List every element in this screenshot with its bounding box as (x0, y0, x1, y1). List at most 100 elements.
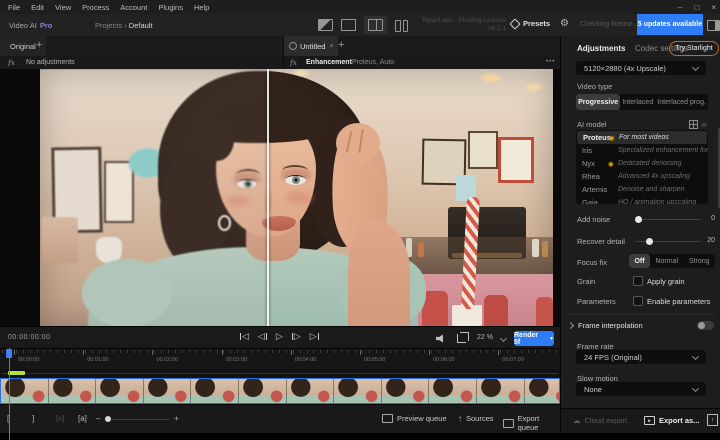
focus-fix-normal[interactable]: Normal (650, 254, 683, 268)
ruler-tick (203, 350, 204, 353)
audio-mute-icon[interactable] (436, 334, 446, 343)
model-grid-view-icon[interactable] (689, 120, 698, 129)
video-type-interlaced-prog[interactable]: Interlaced prog. (655, 94, 708, 110)
frame-interpolation-chevron-icon[interactable] (567, 322, 574, 329)
more-options-icon[interactable]: ••• (546, 59, 555, 65)
video-type-segment: Progressive Interlaced Interlaced prog. (576, 94, 708, 110)
model-row-nyx[interactable]: Nyx◉Dedicated denoising (576, 157, 708, 170)
breadcrumb-current[interactable]: Default (129, 21, 153, 30)
filmstrip-frame[interactable] (49, 379, 97, 403)
zoom-chevron-icon[interactable] (500, 335, 507, 342)
settings-gear-icon[interactable]: ⚙ (560, 18, 569, 29)
single-view-icon[interactable] (341, 19, 356, 31)
rendered-segment (8, 371, 25, 375)
add-view-left-button[interactable]: + (36, 39, 42, 51)
timeline-zoom-out-button[interactable]: – (96, 414, 100, 423)
model-list-view-button[interactable] (701, 123, 707, 127)
tab-untitled[interactable]: Untitled × (284, 36, 338, 56)
maximize-button[interactable]: □ (694, 3, 699, 12)
video-type-progressive[interactable]: Progressive (576, 94, 620, 110)
render-caret-icon[interactable]: ▼ (549, 336, 554, 342)
video-type-interlaced[interactable]: Interlaced (620, 94, 655, 110)
skip-to-start-icon[interactable]: ◁ (240, 331, 249, 342)
menu-item-account[interactable]: Account (120, 3, 147, 12)
timeline-zoom-in-button[interactable]: + (174, 414, 179, 423)
apply-grain-checkbox[interactable] (633, 276, 643, 286)
ruler-tick (71, 350, 72, 353)
filmstrip-frame[interactable] (382, 379, 430, 403)
ruler-tick (279, 350, 280, 353)
filmstrip-frame[interactable] (191, 379, 239, 403)
slow-motion-dropdown[interactable]: None (576, 382, 706, 396)
play-icon[interactable]: ▷ (276, 331, 283, 342)
add-noise-knob[interactable] (635, 216, 642, 223)
menu-item-process[interactable]: Process (82, 3, 109, 12)
try-starlight-button[interactable]: Try Starlight (669, 41, 719, 56)
menu-item-help[interactable]: Help (194, 3, 209, 12)
close-button[interactable]: × (711, 3, 716, 12)
filmstrip-frame[interactable] (287, 379, 335, 403)
focus-fix-strong[interactable]: Strong (683, 254, 715, 268)
add-view-right-button[interactable]: + (338, 39, 344, 51)
skip-to-end-icon[interactable]: ▷ (310, 331, 319, 342)
playhead-handle[interactable] (6, 349, 12, 358)
recover-detail-knob[interactable] (646, 238, 653, 245)
crop-icon[interactable] (457, 334, 466, 343)
side-by-side-view-button[interactable] (364, 16, 387, 34)
menu-item-file[interactable]: File (8, 3, 20, 12)
export-queue-button[interactable]: Export queue (503, 414, 560, 432)
ruler-tick (493, 350, 494, 353)
enable-parameters-checkbox[interactable] (633, 296, 643, 306)
model-row-gaia[interactable]: GaiaHQ / animation upscaling (576, 196, 708, 204)
preview-queue-button[interactable]: Preview queue (382, 414, 447, 423)
model-row-artemis[interactable]: ArtemisDenoise and sharpen (576, 183, 708, 196)
tab-adjustments[interactable]: Adjustments (577, 44, 625, 53)
presets-button[interactable]: Presets (511, 19, 550, 28)
ruler-tick (500, 350, 501, 353)
render-button[interactable]: Render 5f▼ (514, 331, 554, 346)
clear-trim-button[interactable]: [x] (56, 414, 64, 423)
trim-out-button[interactable]: ] (32, 414, 34, 423)
resolution-dropdown[interactable]: 5120×2880 (4x Upscale) (576, 61, 706, 75)
timeline-filmstrip[interactable] (0, 378, 560, 404)
frame-interpolation-toggle[interactable] (697, 321, 714, 330)
ruler-tick (258, 350, 259, 353)
compare-divider[interactable] (267, 69, 269, 326)
loop-section-button[interactable]: [a] (78, 414, 87, 423)
minimize-button[interactable]: – (678, 3, 682, 12)
updates-available-button[interactable]: 5 updates available (637, 14, 703, 35)
single-split-view-icon[interactable] (318, 19, 333, 31)
playhead[interactable] (9, 348, 10, 440)
model-row-iris[interactable]: IrisSpecialized enhancement for faces (576, 144, 708, 157)
preview-zoom-level[interactable]: 22 % (477, 334, 493, 341)
timeline-ruler[interactable]: 00:00:0000:01:0000:02:0000:03:0000:04:00… (0, 348, 560, 370)
filmstrip-frame[interactable] (239, 379, 287, 403)
filmstrip-frame[interactable] (96, 379, 144, 403)
share-export-icon[interactable]: ↑ (707, 414, 718, 426)
toggle-right-panel-icon[interactable] (707, 20, 720, 31)
step-back-icon[interactable]: ◁ (258, 331, 267, 342)
export-as-button[interactable]: ▸ Export as... (644, 416, 699, 425)
cloud-export-button[interactable]: ☁ Cloud export (573, 416, 627, 425)
filmstrip-frame[interactable] (525, 379, 560, 403)
add-noise-slider[interactable] (635, 219, 701, 220)
sources-button[interactable]: ↑ Sources (458, 414, 494, 423)
model-row-rhea[interactable]: RheaAdvanced 4x upscaling (576, 170, 708, 183)
menu-item-view[interactable]: View (55, 3, 71, 12)
tab-close-icon[interactable]: × (329, 43, 333, 50)
filmstrip-frame[interactable] (477, 379, 525, 403)
breadcrumb-projects[interactable]: Projects (95, 21, 122, 30)
menu-item-plugins[interactable]: Plugins (158, 3, 183, 12)
timeline-zoom-slider[interactable] (105, 419, 169, 420)
step-forward-icon[interactable]: ▷ (292, 331, 301, 342)
focus-fix-off[interactable]: Off (629, 254, 650, 268)
menu-item-edit[interactable]: Edit (31, 3, 44, 12)
model-row-proteus[interactable]: Proteus◉For most videos (577, 131, 707, 144)
dual-view-icon[interactable] (395, 20, 408, 30)
recover-detail-slider[interactable] (635, 241, 701, 242)
filmstrip-frame[interactable] (429, 379, 477, 403)
filmstrip-frame[interactable] (144, 379, 192, 403)
filmstrip-frame[interactable] (334, 379, 382, 403)
frame-rate-dropdown[interactable]: 24 FPS (Original) (576, 350, 706, 364)
timeline-zoom-knob[interactable] (105, 416, 111, 422)
